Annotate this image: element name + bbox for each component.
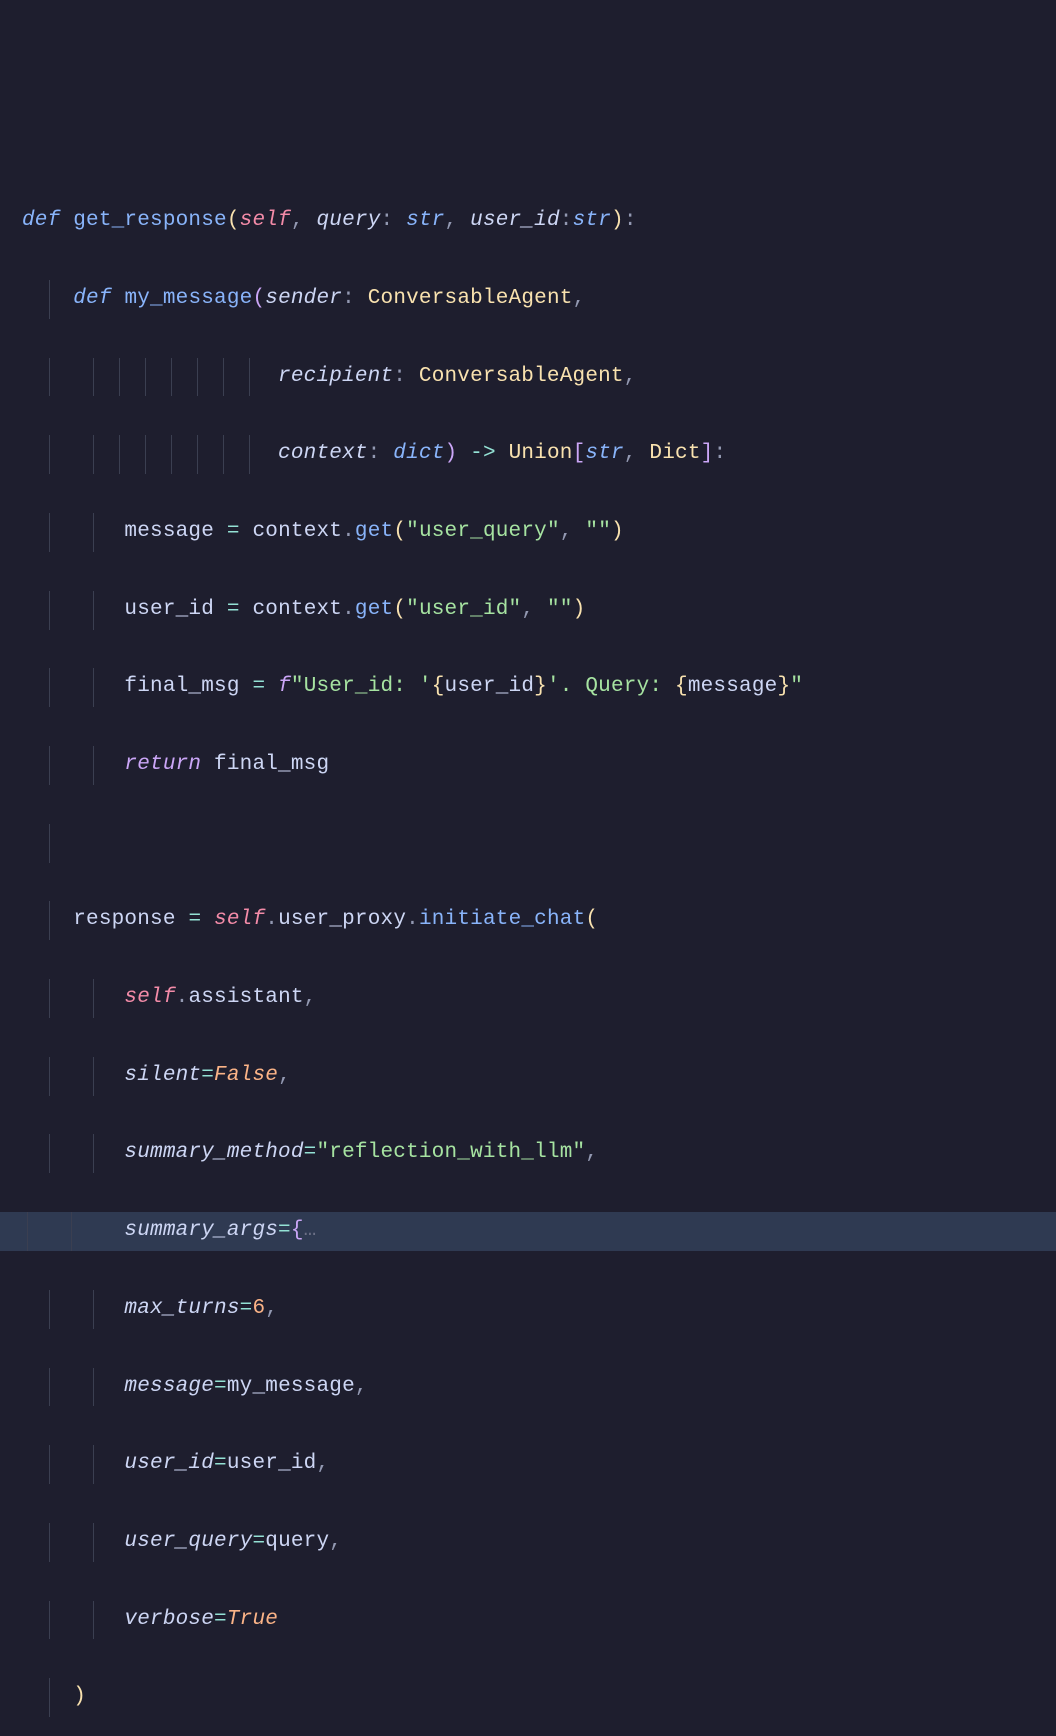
fold-ellipsis-icon[interactable]: … [304,1219,317,1242]
indent-guide [93,1057,94,1096]
indent-guide [49,591,50,630]
function-name: get_response [73,209,227,232]
indent-guide [171,435,172,474]
indent-guide [93,1601,94,1640]
code-line: max_turns=6, [22,1290,1056,1329]
indent-guide [223,435,224,474]
indent-guide [49,901,50,940]
indent-guide [71,1212,72,1251]
indent-guide [49,280,50,319]
indent-guide [197,435,198,474]
code-line: recipient: ConversableAgent, [22,358,1056,397]
indent-guide [49,513,50,552]
code-line: context: dict) -> Union[str, Dict]: [22,435,1056,474]
self-param: self [240,209,291,232]
indent-guide [49,435,50,474]
indent-guide [93,1445,94,1484]
indent-guide [49,1057,50,1096]
indent-guide [49,824,50,863]
indent-guide [93,746,94,785]
indent-guide [119,358,120,397]
code-line-highlighted: summary_args={… [0,1212,1056,1251]
indent-guide [49,668,50,707]
code-line: user_id=user_id, [22,1445,1056,1484]
indent-guide [119,435,120,474]
keyword-return: return [124,753,201,776]
code-line: self.assistant, [22,979,1056,1018]
indent-guide [49,1134,50,1173]
indent-guide [49,979,50,1018]
indent-guide [197,358,198,397]
code-line: def my_message(sender: ConversableAgent, [22,280,1056,319]
indent-guide [27,1212,28,1251]
code-line: summary_method="reflection_with_llm", [22,1134,1056,1173]
indent-guide [171,358,172,397]
indent-guide [145,358,146,397]
indent-guide [49,1601,50,1640]
code-line: user_query=query, [22,1523,1056,1562]
indent-guide [249,358,250,397]
code-line: final_msg = f"User_id: '{user_id}'. Quer… [22,668,1056,707]
indent-guide [145,435,146,474]
indent-guide [49,358,50,397]
code-line: def get_response(self, query: str, user_… [22,202,1056,241]
indent-guide [93,1523,94,1562]
keyword-def: def [22,209,60,232]
code-line: ) [22,1678,1056,1717]
indent-guide [49,1290,50,1329]
indent-guide [93,591,94,630]
indent-guide [93,668,94,707]
code-line: response = self.user_proxy.initiate_chat… [22,901,1056,940]
code-line: user_id = context.get("user_id", "") [22,591,1056,630]
code-line: return final_msg [22,746,1056,785]
indent-guide [49,1523,50,1562]
code-editor[interactable]: def get_response(self, query: str, user_… [22,163,1056,1736]
code-line: verbose=True [22,1601,1056,1640]
code-line: silent=False, [22,1057,1056,1096]
indent-guide [93,513,94,552]
indent-guide [49,1368,50,1407]
indent-guide [93,1368,94,1407]
indent-guide [93,979,94,1018]
code-line-blank [22,824,1056,863]
indent-guide [93,1134,94,1173]
code-line: message=my_message, [22,1368,1056,1407]
indent-guide [49,746,50,785]
indent-guide [249,435,250,474]
code-line: message = context.get("user_query", "") [22,513,1056,552]
indent-guide [49,1445,50,1484]
indent-guide [93,435,94,474]
indent-guide [223,358,224,397]
indent-guide [93,1290,94,1329]
indent-guide [49,1678,50,1717]
indent-guide [93,358,94,397]
